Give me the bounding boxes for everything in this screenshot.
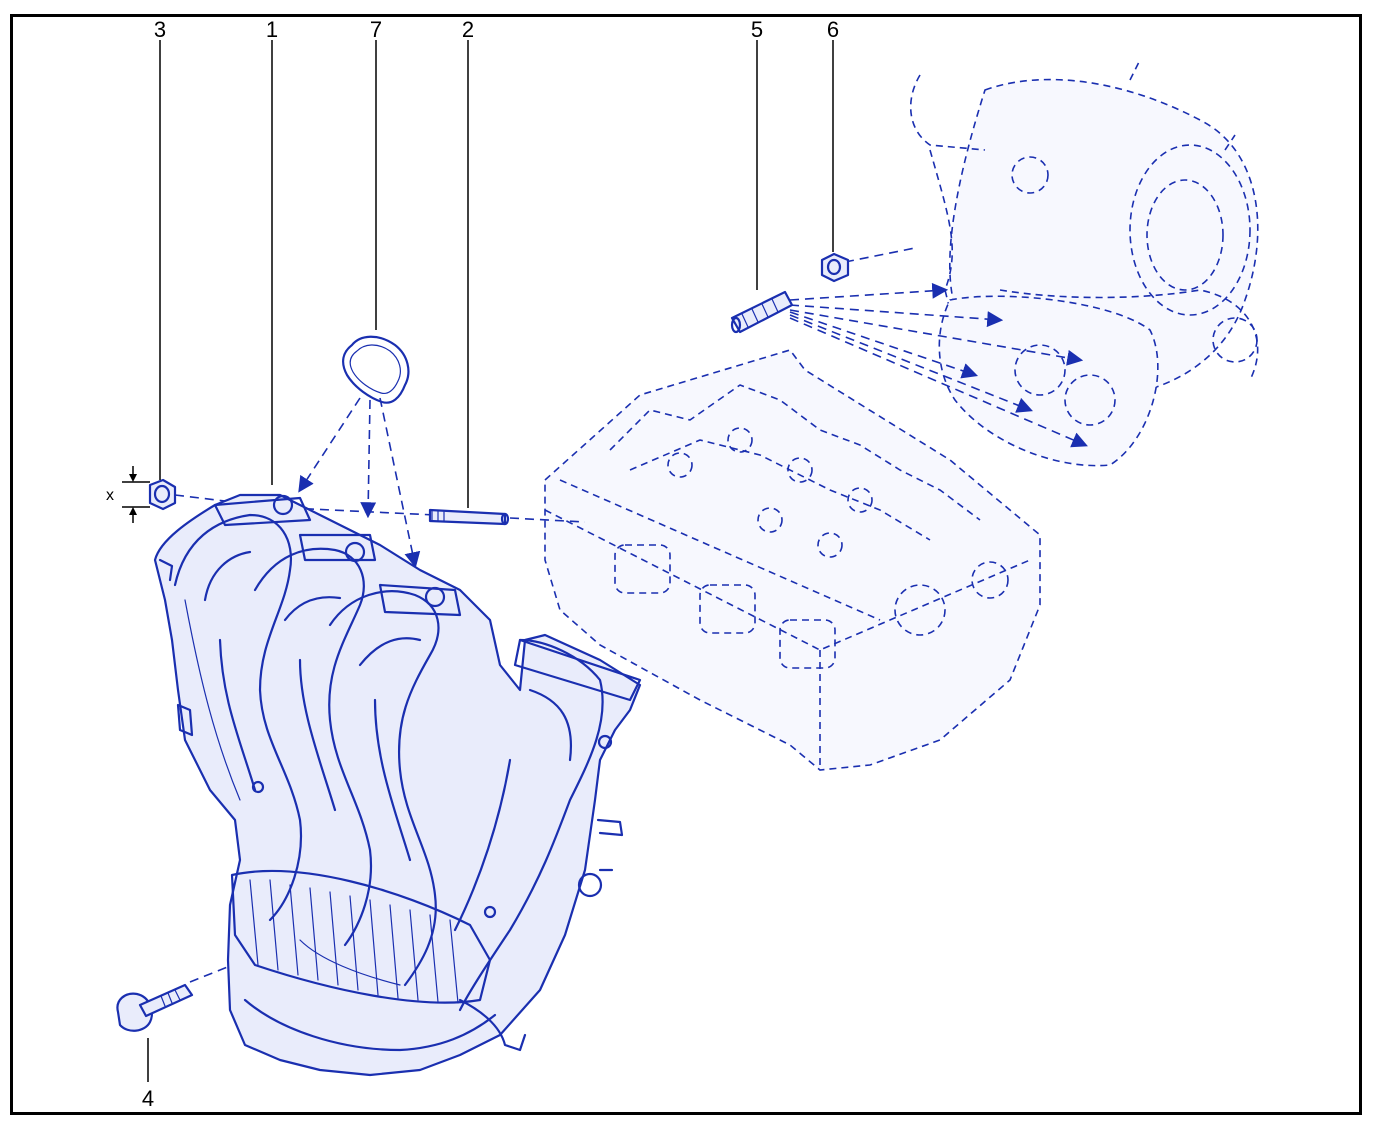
gasket-7 (342, 335, 410, 404)
exhaust-assembly-ghost (909, 59, 1259, 467)
stud-5 (730, 290, 794, 334)
callout-6: 6 (827, 17, 839, 42)
stud-2 (428, 508, 510, 526)
bolt-4 (116, 983, 194, 1032)
callout-4: 4 (142, 1086, 154, 1111)
callout-3: 3 (154, 17, 166, 42)
callout-5: 5 (751, 17, 763, 42)
callout-1: 1 (266, 17, 278, 42)
dimension-x-label: x (106, 487, 114, 504)
nut-3 (148, 478, 177, 511)
nut-6 (820, 252, 850, 283)
dimension-x (122, 466, 150, 523)
callout-7: 7 (370, 17, 382, 42)
callout-2: 2 (462, 17, 474, 42)
exploded-view-diagram: 3 1 7 2 5 6 4 x (106, 17, 1259, 1111)
